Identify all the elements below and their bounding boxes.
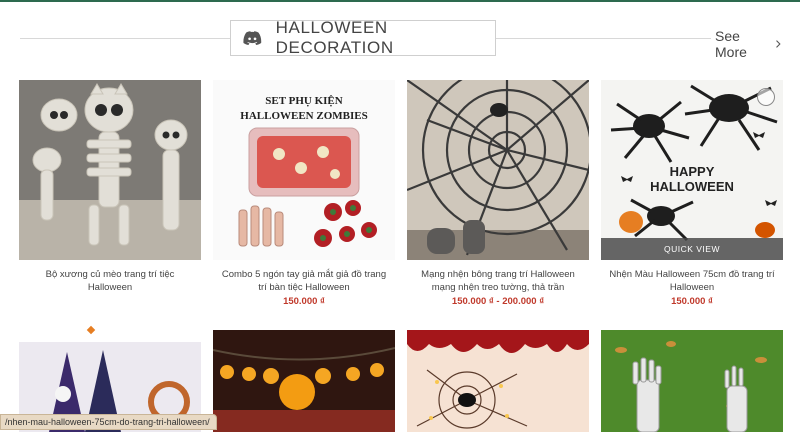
- product-card[interactable]: SET PHỤ KIỆN HALLOWEEN ZOMBIES Combo 5 n…: [213, 80, 395, 307]
- product-image[interactable]: [407, 80, 589, 260]
- product-image[interactable]: [601, 330, 783, 432]
- product-card[interactable]: HAPPY HALLOWEEN QUICK VIEW Nhện Màu Hall…: [601, 80, 783, 307]
- section-title-box: HALLOWEEN DECORATION: [230, 18, 496, 57]
- spider-web-image: [407, 80, 589, 260]
- product-card[interactable]: [407, 330, 589, 432]
- section-title: HALLOWEEN DECORATION: [275, 18, 394, 57]
- product-card[interactable]: Bộ xương củ mèo trang trí tiệc Halloween: [19, 80, 201, 296]
- header-rule-left: [20, 38, 230, 39]
- product-price: 150.000 ₫ - 200.000 ₫: [451, 296, 545, 307]
- product-image[interactable]: [213, 330, 395, 432]
- bloody-web-lights-image: [407, 330, 589, 432]
- header-rule-right: [496, 38, 711, 39]
- product-image[interactable]: [407, 330, 589, 432]
- chevron-right-icon: [775, 40, 781, 48]
- product-name[interactable]: Nhện Màu Halloween 75cm đồ trang trí Hal…: [601, 268, 783, 294]
- skeleton-hand-image: [601, 330, 783, 432]
- product-card[interactable]: Mạng nhện bông trang trí Halloween mạng …: [407, 80, 589, 307]
- see-more-label: See More: [715, 28, 747, 60]
- see-more-link[interactable]: See More: [715, 28, 782, 60]
- product-name[interactable]: Combo 5 ngón tay giả mắt giả đồ trang tr…: [213, 268, 395, 294]
- product-image[interactable]: [19, 80, 201, 260]
- sale-badge-icon: [86, 325, 96, 335]
- product-name[interactable]: Bộ xương củ mèo trang trí tiệc Halloween: [19, 268, 201, 294]
- top-accent-line: [0, 0, 800, 2]
- product-card[interactable]: [213, 330, 395, 432]
- product-card[interactable]: [601, 330, 783, 432]
- wishlist-icon[interactable]: [757, 88, 775, 106]
- zombie-props-image: [238, 127, 377, 247]
- discord-icon: [243, 31, 262, 45]
- section-header: HALLOWEEN DECORATION See More: [20, 18, 782, 60]
- product-price: 150.000 ₫: [671, 296, 713, 307]
- product-image[interactable]: SET PHỤ KIỆN HALLOWEEN ZOMBIES: [213, 80, 395, 260]
- status-bar-url: /nhen-mau-halloween-75cm-do-trang-tri-ha…: [0, 414, 217, 430]
- product-image[interactable]: HAPPY HALLOWEEN QUICK VIEW: [601, 80, 783, 260]
- product-name[interactable]: Mạng nhện bông trang trí Halloween mạng …: [407, 268, 589, 294]
- product-price: 150.000 ₫: [283, 296, 325, 307]
- quick-view-button[interactable]: QUICK VIEW: [601, 238, 783, 260]
- image-label: HAPPY HALLOWEEN: [650, 164, 734, 194]
- skeleton-cat-image: [19, 80, 201, 260]
- pumpkin-lights-image: [213, 330, 395, 432]
